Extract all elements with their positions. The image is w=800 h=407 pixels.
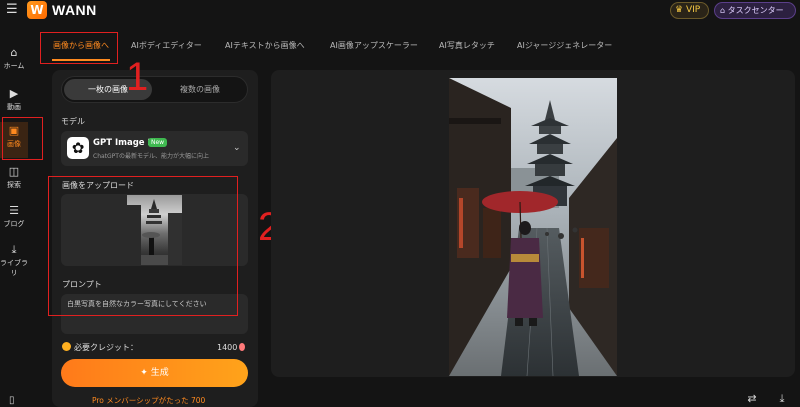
sidebar-item-home[interactable]: ⌂ ホーム [0, 44, 28, 80]
task-center-label: タスクセンター [727, 6, 784, 15]
sidebar-item-label: 探索 [7, 181, 21, 189]
logo-text[interactable]: WANN [52, 2, 97, 18]
vip-label: VIP [685, 5, 701, 15]
sidebar-item-video[interactable]: ▶ 動画 [0, 85, 28, 121]
sidebar-item-explore[interactable]: ◫ 探索 [0, 163, 28, 199]
annotation-box-1 [40, 32, 118, 64]
new-badge: New [148, 138, 168, 147]
generate-button[interactable]: ✦ 生成 [61, 359, 248, 387]
openai-icon: ✿ [67, 137, 89, 159]
credit-value: 1400 [217, 343, 238, 352]
pro-membership-link[interactable]: Pro メンバーシップがたった 700 [92, 395, 205, 406]
sidebar-item-blog[interactable]: ☰ ブログ [0, 202, 28, 238]
sidebar-item-label: ブログ [3, 220, 25, 228]
video-icon: ▶ [9, 87, 19, 100]
coin-icon [62, 342, 71, 351]
tab-photo-retouch[interactable]: AI写真レタッチ [439, 40, 495, 51]
explore-icon: ◫ [8, 165, 20, 178]
blog-icon: ☰ [9, 204, 19, 217]
download-icon[interactable]: ⤓ [775, 393, 789, 405]
crown-icon: ♛ [675, 5, 684, 15]
sparkle-icon: ✦ [140, 368, 148, 378]
gift-icon: ⌂ [720, 6, 726, 15]
library-icon: ⤓ [11, 243, 17, 256]
credit-label: 必要クレジット： [74, 343, 138, 352]
tab-image-upscaler[interactable]: AI画像アップスケーラー [330, 40, 418, 51]
generate-label: 生成 [150, 368, 169, 378]
mode-multi-button[interactable]: 複数の画像 [156, 79, 244, 100]
tab-body-editor[interactable]: AIボディエディター [131, 40, 202, 51]
device-icon[interactable]: ▯ [9, 395, 15, 406]
chevron-down-icon[interactable]: ⌄ [233, 143, 241, 153]
sidebar-item-library[interactable]: ⤓ ライブラリ [0, 241, 28, 278]
model-description: ChatGPTの最新モデル、能力が大幅に向上 [93, 153, 209, 160]
top-header: ☰ W WANN ♛ VIP ⌂ タスクセンター [0, 0, 800, 22]
annotation-box-sidebar [2, 117, 43, 160]
swap-icon[interactable]: ⇄ [745, 393, 759, 405]
logo-icon[interactable]: W [27, 1, 47, 19]
sidebar-item-label: 動画 [7, 103, 21, 111]
generated-image[interactable] [449, 78, 617, 376]
menu-icon[interactable]: ☰ [6, 3, 22, 17]
home-icon: ⌂ [10, 46, 18, 59]
tab-text-to-image[interactable]: AIテキストから画像へ [225, 40, 305, 51]
annotation-number-1: 1 [126, 55, 149, 99]
task-center-button[interactable]: ⌂ タスクセンター [714, 2, 796, 19]
model-label: モデル [61, 117, 85, 126]
model-select[interactable] [61, 131, 248, 166]
sidebar-item-label: ライブラリ [0, 259, 28, 277]
vip-button[interactable]: ♛ VIP [670, 2, 709, 19]
credit-drop-icon [239, 343, 245, 351]
sidebar-item-label: ホーム [3, 62, 25, 70]
tab-jersey-generator[interactable]: AIジャージジェネレーター [517, 40, 612, 51]
annotation-box-2 [48, 176, 238, 316]
